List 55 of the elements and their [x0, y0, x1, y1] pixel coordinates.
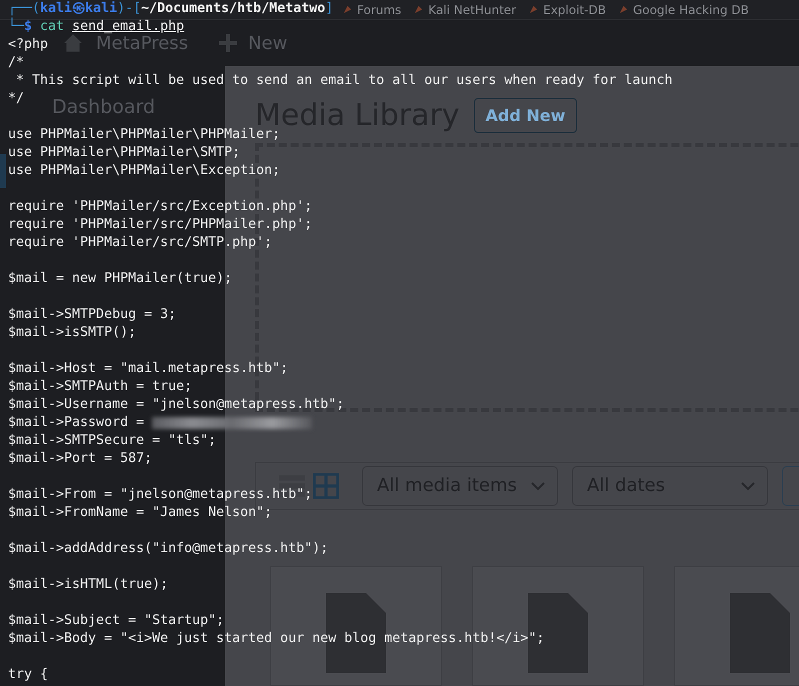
prompt-sigil: $	[24, 19, 32, 36]
code-line: $mail->FromName = "James Nelson";	[8, 504, 272, 522]
code-line: $mail->SMTPSecure = "tls";	[8, 432, 216, 450]
code-line: require 'PHPMailer/src/SMTP.php';	[8, 234, 272, 252]
code-line: */	[8, 90, 24, 108]
code-line: use PHPMailer\PHPMailer\Exception;	[8, 162, 280, 180]
bookmark-link[interactable]: Google Hacking DB	[632, 2, 749, 18]
prompt-path: ~/Documents/htb/Metatwo	[141, 0, 326, 18]
code-line: $mail->From = "jnelson@metapress.htb";	[8, 486, 312, 504]
code-line: $mail->SMTPAuth = true;	[8, 378, 192, 396]
prompt-frame: ┌──(	[8, 0, 40, 18]
code-line: $mail->SMTPDebug = 3;	[8, 306, 176, 324]
sidebar-item[interactable]: Dashboard	[52, 96, 156, 118]
chevron-down-icon	[531, 480, 545, 491]
bookmark-icon	[618, 4, 629, 15]
bookmark-icon	[528, 4, 540, 15]
code-line: $mail->isSMTP();	[8, 324, 136, 342]
grid-view-icon[interactable]	[312, 472, 340, 500]
code-line: * This script will be used to send an email to all our users when ready for launch	[15, 72, 672, 90]
document-icon	[730, 593, 790, 673]
code-line: /*	[8, 54, 24, 72]
bookmark-icon	[342, 4, 353, 15]
code-line: $mail->Username = "jnelson@metapress.htb";	[8, 396, 344, 414]
bookmark-link[interactable]: Kali NetHunter	[428, 2, 516, 18]
prompt-frame: └─	[8, 18, 24, 36]
prompt-user: kali㉿kali	[40, 0, 118, 18]
code-line: require 'PHPMailer/src/Exception.php';	[8, 198, 312, 216]
bookmark-link[interactable]: Forums	[357, 2, 402, 18]
code-line: $mail->Host = "mail.metapress.htb";	[8, 360, 288, 378]
code-line: try {	[8, 666, 48, 684]
code-line: $mail->isHTML(true);	[8, 576, 168, 594]
code-line: $mail->addAddress("info@metapress.htb");	[8, 540, 328, 558]
new-link[interactable]: New	[248, 32, 288, 54]
code-line: require 'PHPMailer/src/PHPMailer.php';	[8, 216, 312, 234]
prompt-argument: send_email.php	[72, 18, 184, 36]
prompt-command: cat	[40, 18, 64, 36]
code-line: $mail->Subject = "Startup";	[8, 612, 224, 630]
prompt-frame: )-[	[117, 0, 142, 18]
home-icon[interactable]	[62, 32, 84, 54]
media-tile[interactable]	[674, 566, 799, 686]
bookmark-icon	[413, 4, 424, 15]
code-line: $mail->Body = "<i>We just started our new blog metapress.htb!</i>";	[8, 630, 544, 648]
code-line: $mail = new PHPMailer(true);	[8, 270, 232, 288]
plus-icon[interactable]	[218, 33, 238, 53]
site-name-link[interactable]: MetaPress	[96, 32, 188, 54]
bookmark-link[interactable]: Exploit-DB	[543, 2, 606, 18]
code-line: $mail->Password =	[8, 414, 144, 432]
menu-highlight	[0, 154, 6, 188]
code-line: use PHPMailer\PHPMailer\PHPMailer;	[8, 126, 280, 144]
chevron-down-icon	[741, 480, 755, 491]
add-new-button[interactable]: Add New	[474, 98, 578, 133]
code-line: $mail->Port = 587;	[8, 450, 152, 468]
prompt-frame: ]	[325, 0, 334, 18]
code-line: <?php	[8, 36, 48, 54]
code-line: use PHPMailer\PHPMailer\SMTP;	[8, 144, 240, 162]
